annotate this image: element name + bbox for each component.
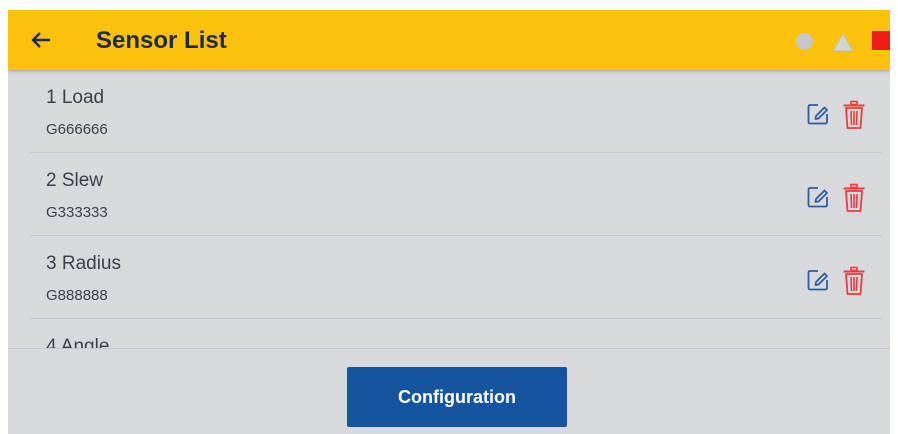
page-title: Sensor List [96, 27, 227, 54]
delete-button[interactable] [842, 266, 866, 296]
edit-icon [807, 270, 828, 291]
sensor-name: 4 Angle [46, 336, 110, 348]
footer-bar: Configuration [8, 348, 890, 434]
sensor-serial: G888888 [46, 287, 108, 304]
app-header: Sensor List [8, 10, 890, 70]
warning-triangle-icon [832, 33, 854, 52]
edit-button[interactable] [806, 185, 830, 209]
sensor-name: 3 Radius [46, 253, 121, 274]
app-frame: Sensor List 1 Load G666666 2 Slew G33333… [8, 10, 890, 434]
delete-button[interactable] [842, 100, 866, 130]
edit-icon [807, 187, 828, 208]
circle-icon [796, 33, 813, 50]
edit-icon [807, 104, 828, 125]
edit-button[interactable] [806, 268, 830, 292]
back-button[interactable] [26, 24, 58, 56]
sensor-row[interactable]: 3 Radius G888888 [30, 236, 882, 319]
trash-icon [843, 266, 865, 295]
sensor-name: 2 Slew [46, 170, 104, 191]
sensor-serial: G666666 [46, 121, 108, 138]
sensor-row[interactable]: 4 Angle [30, 319, 882, 348]
sensor-name: 1 Load [46, 87, 105, 108]
sensor-serial: G333333 [46, 204, 108, 221]
sensor-list: 1 Load G666666 2 Slew G333333 3 Radius G… [8, 70, 890, 348]
error-square-icon [872, 31, 890, 50]
edit-button[interactable] [806, 102, 830, 126]
sensor-row[interactable]: 2 Slew G333333 [30, 153, 882, 236]
delete-button[interactable] [842, 183, 866, 213]
sensor-row[interactable]: 1 Load G666666 [30, 70, 882, 153]
arrow-left-icon [31, 32, 50, 48]
trash-icon [843, 183, 865, 212]
trash-icon [843, 100, 865, 129]
configuration-button[interactable]: Configuration [347, 367, 567, 427]
